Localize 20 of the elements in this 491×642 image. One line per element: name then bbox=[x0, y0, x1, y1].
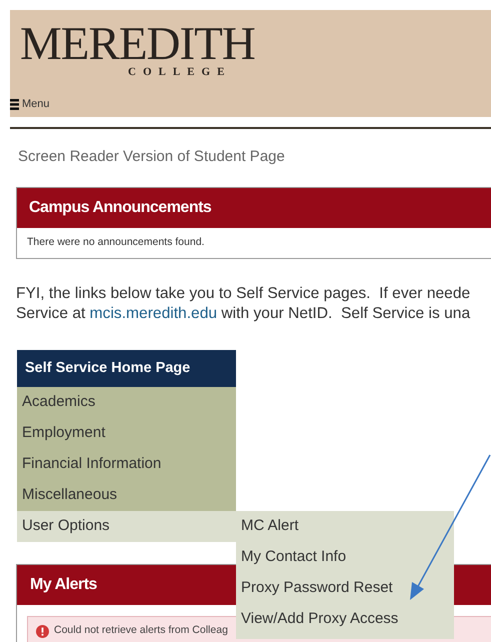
logo-title[interactable]: MEREDITH bbox=[20, 22, 255, 66]
submenu-item[interactable]: MC Alert bbox=[236, 511, 454, 542]
menu-item[interactable]: Employment bbox=[17, 418, 236, 449]
site-link[interactable]: mcis.meredith.edu bbox=[90, 305, 218, 322]
menu-item[interactable]: Academics bbox=[17, 387, 236, 418]
menu-item[interactable]: User Options bbox=[17, 511, 236, 542]
page-title: Screen Reader Version of Student Page bbox=[18, 147, 286, 167]
menu-button[interactable]: Menu bbox=[10, 96, 50, 112]
submenu-item[interactable]: My Contact Info bbox=[236, 542, 454, 573]
error-icon bbox=[36, 624, 49, 638]
menu-title[interactable]: Self Service Home Page bbox=[25, 358, 190, 380]
announcement-message: There were no announcements found. bbox=[27, 235, 204, 250]
menu-item[interactable]: Miscellaneous bbox=[17, 480, 236, 511]
menu-item[interactable]: Financial Information bbox=[17, 449, 236, 480]
logo-subtitle: COLLEGE bbox=[128, 66, 232, 78]
submenu-item[interactable]: Proxy Password Reset bbox=[236, 573, 454, 604]
menu-icon bbox=[10, 98, 19, 110]
panel-title: My Alerts bbox=[30, 575, 97, 595]
panel-title: Campus Announcements bbox=[29, 198, 212, 218]
intro-paragraph: FYI, the links below take you to Self Service pages. If ever neede Service at mcis.meredith.edu with your NetID. Self Service is una bbox=[16, 284, 472, 324]
